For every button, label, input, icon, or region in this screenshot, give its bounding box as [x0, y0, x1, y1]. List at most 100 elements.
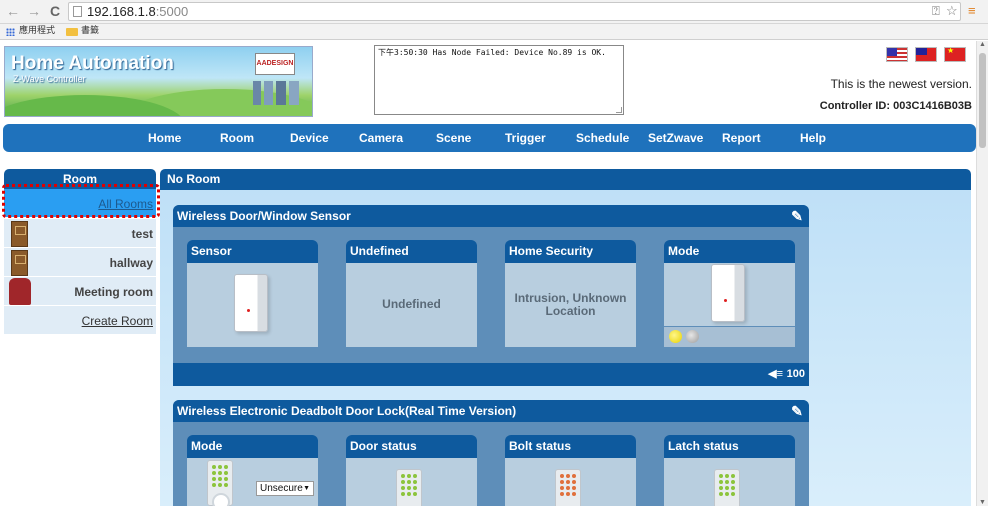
reload-icon[interactable]: C: [50, 3, 60, 19]
message-text: 下午3:50:30 Has Node Failed: Device No.89 …: [378, 48, 606, 57]
scroll-thumb[interactable]: [979, 53, 986, 148]
taiwan-flag-icon[interactable]: [915, 47, 937, 62]
keypad-dot: [731, 486, 735, 490]
back-icon[interactable]: ←: [6, 3, 20, 19]
tile-value: Undefined: [382, 297, 441, 311]
bookmark-folder[interactable]: 書籤: [81, 24, 99, 39]
device-card: Wireless Door/Window Sensor ✎ Sensor Und…: [173, 205, 809, 386]
battery-level: 100: [786, 368, 805, 380]
edit-icon[interactable]: ✎: [789, 208, 805, 224]
us-flag-icon[interactable]: [886, 47, 908, 62]
browser-toolbar: ← → C 192.168.1.8:5000 ⍰ ☆ ≡: [0, 0, 988, 24]
keypad-dot: [401, 474, 405, 478]
nav-help[interactable]: Help: [800, 124, 826, 152]
door-icon: [11, 221, 28, 247]
china-flag-icon[interactable]: [944, 46, 966, 62]
room-item-meeting-room[interactable]: Meeting room: [4, 277, 156, 306]
main-title: No Room: [160, 169, 971, 190]
resize-grip-icon[interactable]: [616, 107, 622, 113]
keypad-dot: [407, 492, 411, 496]
nav-room[interactable]: Room: [220, 124, 254, 152]
apps-icon: [6, 28, 15, 36]
nav-camera[interactable]: Camera: [359, 124, 403, 152]
device-footer: ◀≡ 100: [173, 363, 809, 386]
banner-city: [253, 81, 303, 105]
lock-keypad-green: [212, 465, 230, 489]
led-gray-icon: [686, 330, 699, 343]
bookmark-apps[interactable]: 應用程式: [19, 24, 55, 39]
nav-setzwave[interactable]: SetZwave: [648, 124, 703, 152]
version-status: This is the newest version.: [830, 77, 972, 91]
keypad-dot: [401, 486, 405, 490]
tile-title: Door status: [346, 435, 477, 458]
keypad-dot: [572, 474, 576, 478]
banner-title: Home Automation: [11, 53, 174, 74]
keypad-dot: [566, 480, 570, 484]
tile-body: Undefined: [346, 263, 477, 347]
nav-device[interactable]: Device: [290, 124, 329, 152]
scroll-up-icon[interactable]: ▲: [979, 41, 986, 48]
room-item-test[interactable]: test: [4, 219, 156, 248]
nav-report[interactable]: Report: [722, 124, 761, 152]
keypad-dot: [212, 465, 216, 469]
main-nav: Home Room Device Camera Scene Trigger Sc…: [3, 124, 976, 152]
create-room-link[interactable]: Create Room: [4, 306, 156, 335]
device-name: Wireless Door/Window Sensor: [177, 209, 351, 223]
forward-icon[interactable]: →: [27, 3, 41, 19]
address-bar[interactable]: 192.168.1.8:5000: [68, 2, 961, 21]
lock-mode-select[interactable]: Unsecure ▼: [256, 481, 314, 496]
room-item-label: test: [131, 227, 153, 241]
tile-body: [664, 458, 795, 506]
keypad-dot: [224, 465, 228, 469]
banner-subtitle: Z-Wave Controller: [13, 74, 86, 84]
edit-icon[interactable]: ✎: [789, 403, 805, 419]
tile-body: [187, 263, 318, 347]
keypad-dot: [560, 486, 564, 490]
keypad-dot: [401, 492, 405, 496]
door-sensor-icon: [234, 274, 268, 332]
tile-body: Unsecure ▼: [187, 458, 318, 506]
led-yellow-icon: [669, 330, 682, 343]
nav-scene[interactable]: Scene: [436, 124, 471, 152]
room-item-hallway[interactable]: hallway: [4, 248, 156, 277]
keypad-dot: [224, 483, 228, 487]
nav-schedule[interactable]: Schedule: [576, 124, 629, 152]
nav-home[interactable]: Home: [148, 124, 181, 152]
device-card: Wireless Electronic Deadbolt Door Lock(R…: [173, 400, 809, 506]
tile-title: Latch status: [664, 435, 795, 458]
tile-body: [346, 458, 477, 506]
keypad-dot: [212, 483, 216, 487]
url-port: :5000: [155, 4, 189, 19]
keypad-dot: [572, 486, 576, 490]
tile-title: Sensor: [187, 240, 318, 263]
keypad-dot: [413, 486, 417, 490]
page-scrollbar[interactable]: ▲ ▼: [976, 41, 988, 506]
star-icon[interactable]: ☆: [946, 4, 958, 18]
mode-status-strip: [664, 327, 795, 347]
room-item-label: Meeting room: [74, 285, 153, 299]
device-name: Wireless Electronic Deadbolt Door Lock(R…: [177, 404, 517, 418]
keypad-dot: [413, 492, 417, 496]
tile-body: [664, 263, 795, 326]
menu-icon[interactable]: ≡: [968, 4, 976, 18]
keypad-dot: [212, 477, 216, 481]
keypad-dot: [731, 492, 735, 496]
scroll-down-icon[interactable]: ▼: [979, 499, 986, 506]
translate-icon[interactable]: ⍰: [932, 4, 940, 18]
tile-title: Mode: [187, 435, 318, 458]
keypad-dot: [566, 492, 570, 496]
device-title: Wireless Door/Window Sensor ✎: [173, 205, 809, 227]
keypad-dot: [224, 477, 228, 481]
keypad-dot: [719, 474, 723, 478]
message-log[interactable]: 下午3:50:30 Has Node Failed: Device No.89 …: [374, 45, 624, 115]
keypad-dot: [407, 480, 411, 484]
keypad-dot: [725, 486, 729, 490]
home-automation-banner: Home Automation Z-Wave Controller AADESI…: [4, 46, 313, 117]
lock-keypad-green: [401, 474, 419, 498]
battery-icon: ◀≡: [768, 368, 783, 380]
keypad-dot: [218, 483, 222, 487]
keypad-dot: [572, 480, 576, 484]
keypad-dot: [218, 471, 222, 475]
keypad-dot: [566, 474, 570, 478]
nav-trigger[interactable]: Trigger: [505, 124, 546, 152]
